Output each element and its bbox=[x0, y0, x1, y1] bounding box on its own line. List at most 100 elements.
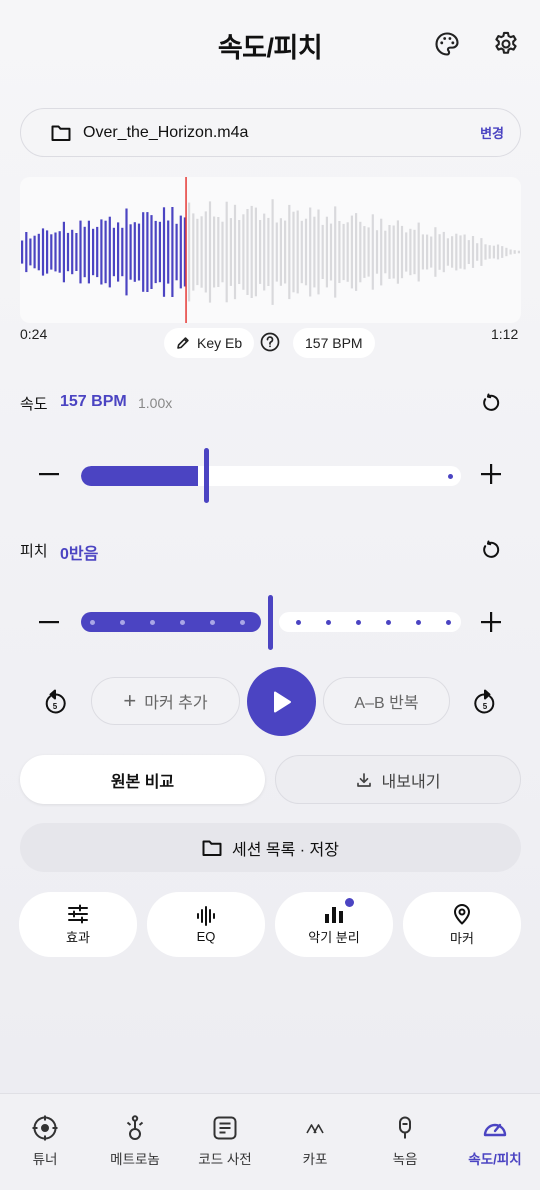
waveform-bar bbox=[233, 204, 237, 300]
rewind-5-icon[interactable]: 5 bbox=[42, 688, 68, 716]
waveform-bar bbox=[158, 221, 161, 283]
waveform-bar bbox=[46, 230, 49, 274]
pitch-step-dot bbox=[386, 619, 391, 625]
forward-5-icon[interactable]: 5 bbox=[472, 688, 498, 716]
eq-button[interactable]: EQ bbox=[147, 892, 265, 957]
waveform-bar bbox=[204, 211, 207, 293]
notification-dot bbox=[345, 897, 354, 907]
palette-icon[interactable] bbox=[432, 28, 462, 60]
waveform-bar bbox=[129, 224, 132, 280]
pitch-increase-button[interactable] bbox=[479, 610, 503, 634]
speed-slider-fill bbox=[81, 466, 199, 486]
speed-slider-track[interactable] bbox=[81, 466, 461, 486]
speed-reset-icon[interactable] bbox=[478, 390, 504, 416]
file-selector[interactable]: Over_the_Horizon.m4a 변경 bbox=[20, 108, 521, 157]
waveform-bar bbox=[501, 246, 504, 258]
nav-item-speed-pitch[interactable]: 속도/피치 bbox=[450, 1094, 540, 1190]
waveform-bar bbox=[409, 228, 412, 276]
play-button[interactable] bbox=[247, 667, 316, 736]
waveform-bar bbox=[225, 201, 228, 303]
export-label: 내보내기 bbox=[381, 773, 441, 791]
pitch-slider-fill[interactable] bbox=[81, 612, 261, 632]
waveform-bar bbox=[292, 211, 295, 293]
pitch-decrease-button[interactable] bbox=[37, 610, 61, 634]
ab-repeat-button[interactable]: A–B 반복 bbox=[323, 677, 450, 725]
marker-button[interactable]: 마커 bbox=[403, 892, 521, 957]
sessions-button[interactable]: 세션 목록 · 저장 bbox=[20, 823, 521, 872]
nav-label: 속도/피치 bbox=[468, 1152, 522, 1167]
pencil-icon bbox=[176, 336, 190, 350]
bpm-label: 157 BPM bbox=[305, 335, 363, 351]
pitch-value: 0반음 bbox=[60, 546, 99, 563]
bpm-badge[interactable]: 157 BPM bbox=[293, 328, 375, 358]
waveform-bar bbox=[62, 221, 65, 283]
waveform-bar bbox=[192, 213, 195, 291]
pitch-step-dot bbox=[90, 619, 95, 625]
nav-item-capo[interactable]: 카포 bbox=[270, 1094, 360, 1190]
waveform-bar bbox=[179, 215, 182, 289]
waveform-bar bbox=[41, 228, 45, 276]
playhead[interactable] bbox=[185, 177, 187, 323]
pitch-step-dot bbox=[326, 619, 331, 625]
stem-separation-button[interactable]: 악기 분리 bbox=[275, 892, 393, 957]
effects-button[interactable]: 효과 bbox=[19, 892, 137, 957]
waveform-bar bbox=[296, 210, 299, 294]
help-icon[interactable] bbox=[259, 331, 281, 353]
waveform-bar bbox=[75, 233, 78, 271]
add-marker-button[interactable]: + 마커 추가 bbox=[91, 677, 240, 725]
nav-label: 튜너 bbox=[32, 1152, 58, 1167]
waveform-bar bbox=[133, 222, 136, 282]
nav-item-chord-dictionary[interactable]: 코드 사전 bbox=[180, 1094, 270, 1190]
nav-item-metronome[interactable]: 메트로놈 bbox=[90, 1094, 180, 1190]
change-file-button[interactable]: 변경 bbox=[480, 123, 504, 142]
waveform-bar bbox=[325, 216, 328, 288]
folder-icon bbox=[51, 124, 71, 142]
nav-item-record[interactable]: 녹음 bbox=[360, 1094, 450, 1190]
waveform-bar bbox=[171, 207, 174, 297]
waveform-bar bbox=[455, 233, 458, 271]
waveform-bar bbox=[37, 233, 40, 271]
waveform-bar bbox=[238, 220, 241, 284]
waveform-bar bbox=[254, 207, 257, 297]
waveform-bar bbox=[446, 238, 449, 266]
compare-original-button[interactable]: 원본 비교 bbox=[20, 755, 265, 804]
sliders-icon bbox=[68, 904, 88, 923]
waveform-bar bbox=[505, 247, 508, 257]
speed-slider-thumb[interactable] bbox=[204, 448, 210, 503]
waveform[interactable] bbox=[20, 177, 521, 323]
waveform-bar bbox=[471, 236, 475, 268]
speed-decrease-button[interactable] bbox=[37, 462, 61, 486]
current-time: 0:24 bbox=[20, 326, 48, 342]
waveform-bar bbox=[367, 227, 370, 277]
gear-icon[interactable] bbox=[491, 28, 521, 60]
waveform-bar bbox=[250, 205, 253, 298]
waveform-bar bbox=[188, 202, 191, 302]
waveform-bar bbox=[400, 225, 404, 279]
total-time: 1:12 bbox=[491, 326, 519, 342]
export-button[interactable]: 내보내기 bbox=[275, 755, 521, 804]
waveform-bar bbox=[509, 249, 512, 255]
pin-icon bbox=[454, 903, 470, 924]
pitch-step-dot bbox=[240, 619, 245, 625]
waveform-bar bbox=[426, 234, 429, 270]
capo-icon bbox=[306, 1124, 324, 1134]
waveform-bar bbox=[29, 238, 32, 266]
waveform-bar bbox=[421, 234, 424, 270]
key-badge[interactable]: Key Eb bbox=[164, 328, 255, 358]
pitch-slider-track[interactable] bbox=[279, 612, 461, 632]
pitch-slider-thumb[interactable] bbox=[268, 595, 273, 650]
waveform-bar bbox=[384, 230, 387, 274]
pitch-step-dot bbox=[416, 619, 421, 625]
waveform-bar bbox=[467, 240, 470, 264]
waveform-bar bbox=[459, 235, 462, 269]
nav-item-tuner[interactable]: 튜너 bbox=[0, 1094, 90, 1190]
pitch-reset-icon[interactable] bbox=[478, 537, 504, 563]
waveform-bar bbox=[196, 218, 199, 286]
waveform-bar bbox=[488, 245, 491, 259]
nav-label: 카포 bbox=[302, 1152, 328, 1167]
waveform-bar bbox=[334, 206, 337, 298]
waveform-bar bbox=[430, 236, 433, 268]
waveform-bar bbox=[375, 230, 379, 274]
speed-increase-button[interactable] bbox=[479, 462, 503, 486]
waveform-bar bbox=[442, 231, 445, 273]
